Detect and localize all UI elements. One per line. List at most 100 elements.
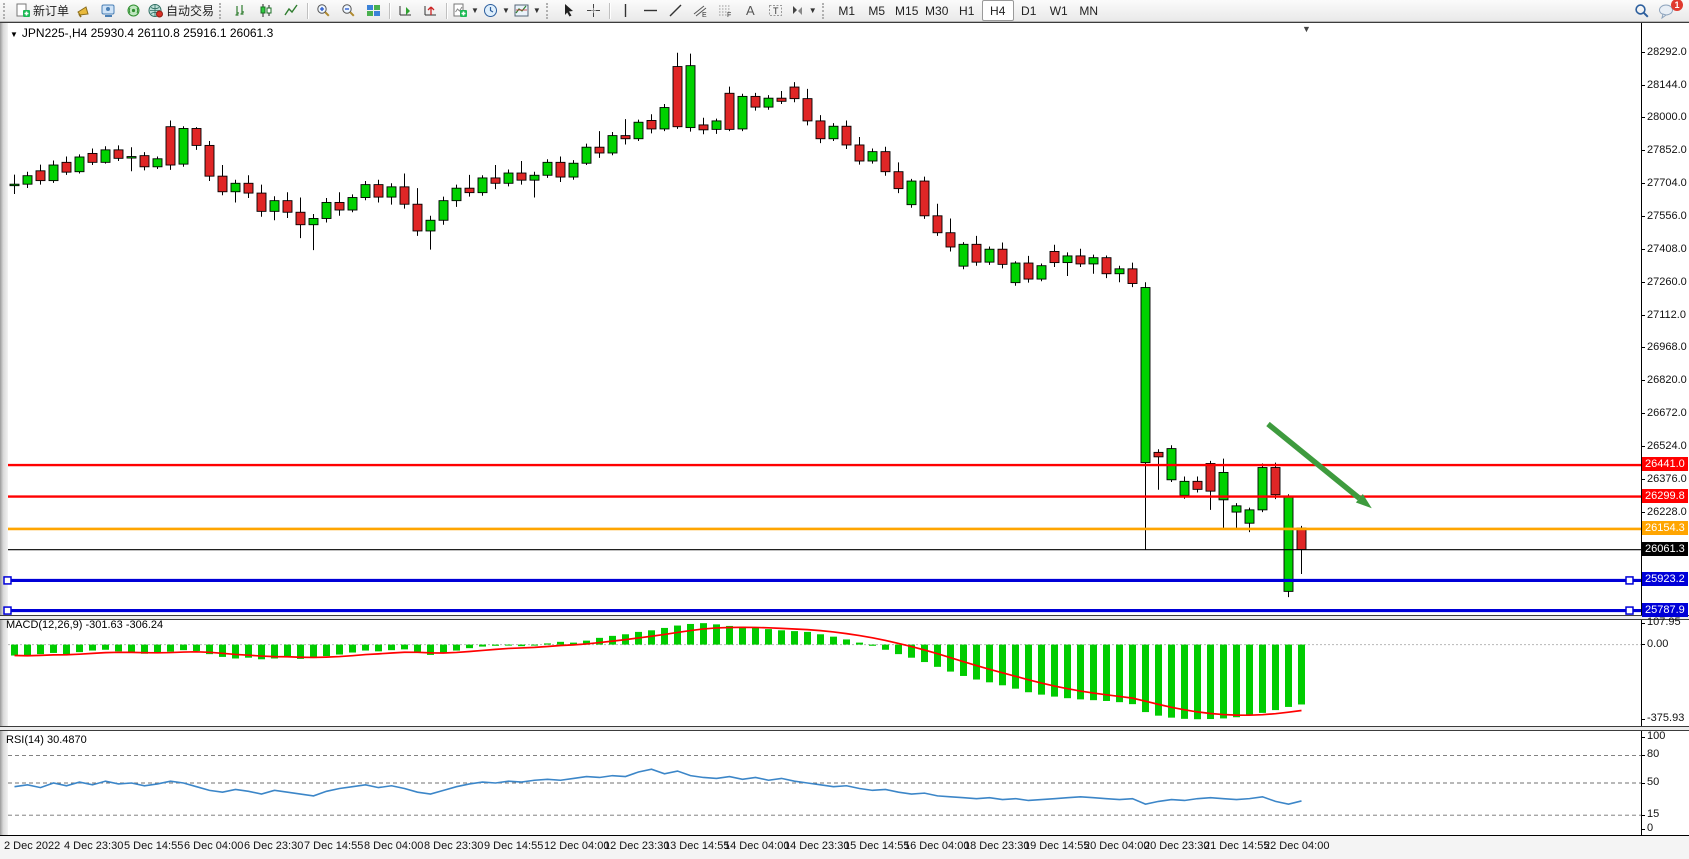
candle-body: [699, 125, 708, 130]
candle-body: [231, 183, 240, 191]
macd-histogram-bar: [544, 643, 551, 644]
notifications-button[interactable]: 1: [1654, 1, 1679, 20]
candle-body: [309, 218, 318, 224]
text-label-button[interactable]: T: [763, 1, 788, 20]
arrows-tool-button[interactable]: ▼: [788, 1, 819, 20]
chart-plot[interactable]: [0, 22, 1689, 859]
toolbar-grip: [3, 3, 10, 19]
chart-window[interactable]: 2 Dec 20224 Dec 23:305 Dec 14:556 Dec 04…: [0, 22, 1689, 859]
candle-body: [907, 181, 916, 205]
cursor-button[interactable]: [556, 1, 581, 20]
fibonacci-button[interactable]: F: [713, 1, 738, 20]
macd-histogram-bar: [1246, 645, 1253, 716]
hline-handle: [4, 607, 11, 614]
macd-histogram-bar: [1116, 645, 1123, 703]
candle-body: [920, 181, 929, 216]
candle-body: [998, 249, 1007, 264]
macd-histogram-bar: [817, 634, 824, 644]
candle-body: [1024, 263, 1033, 279]
candle-body: [504, 173, 513, 183]
timeframe-label: D1: [1021, 4, 1036, 18]
macd-histogram-bar: [401, 645, 408, 650]
candle-body: [374, 185, 383, 197]
toolbar-grip: [822, 3, 829, 19]
timeframe-label: H4: [990, 4, 1005, 18]
new-order-button[interactable]: 新订单: [13, 1, 71, 20]
macd-histogram-bar: [375, 645, 382, 652]
new-order-icon: [15, 3, 30, 18]
macd-histogram-bar: [1272, 645, 1279, 711]
candle-body: [478, 178, 487, 193]
periods-button[interactable]: ▼: [481, 1, 512, 20]
candle-body: [1141, 288, 1150, 463]
toolbar-grip: [546, 3, 553, 19]
trendline-button[interactable]: [663, 1, 688, 20]
candle-body: [1180, 481, 1189, 495]
macd-histogram-bar: [453, 645, 460, 651]
crosshair-button[interactable]: [581, 1, 606, 20]
macd-histogram-bar: [89, 645, 96, 651]
trendline-icon: [668, 3, 683, 18]
candle-body: [348, 198, 357, 210]
timeframe-label: M1: [838, 4, 855, 18]
macd-histogram-bar: [739, 627, 746, 645]
macd-histogram-bar: [1194, 645, 1201, 720]
text-icon: A: [746, 3, 755, 18]
candle-body: [881, 152, 890, 172]
search-button[interactable]: [1629, 1, 1654, 20]
vertical-line-button[interactable]: [613, 1, 638, 20]
timeframe-button-w1[interactable]: W1: [1044, 1, 1074, 20]
equidistant-channel-icon: E: [693, 3, 708, 18]
zoom-in-button[interactable]: [311, 1, 336, 20]
candle-body: [946, 233, 955, 247]
candle-body: [218, 176, 227, 192]
signals-button[interactable]: [121, 1, 146, 20]
macd-histogram-bar: [882, 645, 889, 650]
autotrading-button[interactable]: 自动交易: [146, 1, 216, 20]
macd-histogram-bar: [180, 645, 187, 651]
auto-scroll-button[interactable]: [393, 1, 418, 20]
megaphone-button[interactable]: [71, 1, 96, 20]
macd-histogram-bar: [349, 645, 356, 653]
zoom-out-button[interactable]: [336, 1, 361, 20]
equidistant-channel-button[interactable]: E: [688, 1, 713, 20]
support-button[interactable]: [96, 1, 121, 20]
timeframe-button-h1[interactable]: H1: [952, 1, 982, 20]
candle-body: [400, 187, 409, 204]
candle-body: [751, 96, 760, 107]
timeframe-button-mn[interactable]: MN: [1074, 1, 1104, 20]
chart-shift-button[interactable]: [418, 1, 443, 20]
timeframe-label: M15: [895, 4, 918, 18]
bar-chart-button[interactable]: [229, 1, 254, 20]
macd-histogram-bar: [843, 639, 850, 644]
macd-histogram-bar: [323, 645, 330, 657]
tile-windows-icon: [366, 3, 381, 18]
templates-button[interactable]: ▼: [512, 1, 543, 20]
candle-body: [621, 136, 630, 139]
crosshair-icon: [586, 3, 601, 18]
main-panel-bg: [8, 22, 1641, 615]
timeframe-button-m15[interactable]: M15: [892, 1, 922, 20]
fibonacci-icon: F: [718, 3, 733, 18]
horizontal-line-button[interactable]: [638, 1, 663, 20]
timeframe-button-h4[interactable]: H4: [982, 0, 1014, 21]
timeframe-button-m5[interactable]: M5: [862, 1, 892, 20]
macd-histogram-bar: [1051, 645, 1058, 697]
indicators-button[interactable]: ▼: [450, 1, 481, 20]
candle-body: [1271, 468, 1280, 495]
timeframe-button-m1[interactable]: M1: [832, 1, 862, 20]
candle-body: [205, 145, 214, 176]
timeframe-button-d1[interactable]: D1: [1014, 1, 1044, 20]
macd-histogram-bar: [674, 626, 681, 645]
cursor-arrow-icon: [561, 3, 576, 18]
candle-body: [140, 156, 149, 167]
line-chart-button[interactable]: [279, 1, 304, 20]
signals-icon: [126, 3, 141, 18]
timeframe-button-m30[interactable]: M30: [922, 1, 952, 20]
tile-windows-button[interactable]: [361, 1, 386, 20]
macd-histogram-bar: [531, 645, 538, 646]
candle-body: [127, 157, 136, 159]
chart-shift-icon: [423, 3, 438, 18]
text-button[interactable]: A: [738, 1, 763, 20]
candlestick-button[interactable]: [254, 1, 279, 20]
